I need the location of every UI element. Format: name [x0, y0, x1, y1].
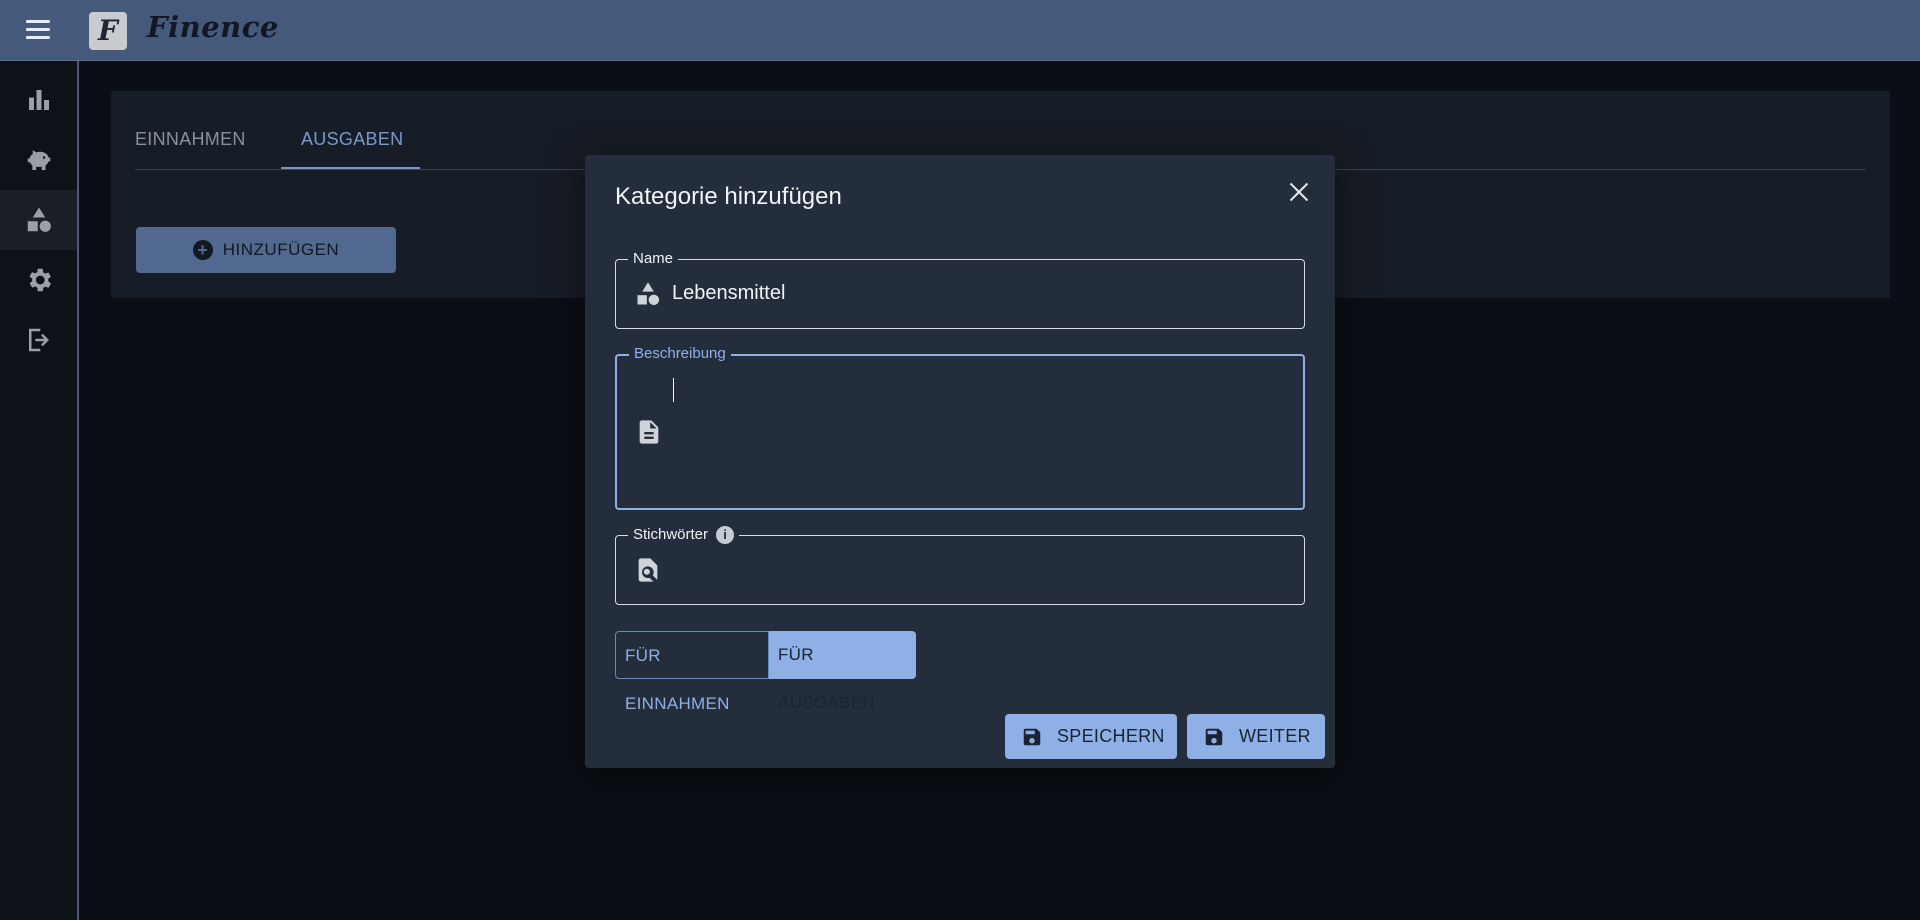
- top-app-bar: F Finence: [0, 0, 1920, 61]
- tags-field[interactable]: Stichwörter i: [615, 526, 1305, 605]
- categories-icon: [634, 280, 662, 308]
- info-icon[interactable]: i: [716, 526, 735, 545]
- app-logo: F: [89, 12, 127, 50]
- close-icon[interactable]: [1285, 178, 1313, 206]
- categories-icon: [27, 207, 51, 232]
- description-field-label: Beschreibung: [629, 345, 731, 363]
- save-button-label: SPEICHERN: [1057, 726, 1165, 746]
- next-button[interactable]: WEITER: [1187, 714, 1325, 759]
- text-cursor: [673, 378, 674, 402]
- floppy-disk-icon: [1023, 728, 1041, 745]
- tags-field-label: Stichwörter i: [628, 526, 740, 545]
- piggy-bank-icon: [27, 150, 50, 170]
- side-navigation: [0, 61, 79, 920]
- floppy-disk-icon: [1205, 728, 1223, 745]
- bar-chart-icon: [28, 90, 49, 110]
- hamburger-menu-icon[interactable]: [22, 17, 54, 45]
- nav-item-statistics[interactable]: [0, 70, 77, 130]
- document-icon: [635, 418, 663, 446]
- tab-einnahmen[interactable]: EINNAHMEN: [135, 91, 246, 169]
- add-category-dialog: Kategorie hinzufügen Name Lebensmittel B…: [585, 155, 1335, 768]
- add-button-label: HINZUFÜGEN: [222, 240, 340, 259]
- next-button-label: WEITER: [1239, 726, 1311, 746]
- dialog-title: Kategorie hinzufügen: [615, 183, 842, 210]
- name-field-label: Name: [628, 250, 679, 268]
- category-type-toggle: FÜR EINNAHMEN FÜR AUSGABEN: [615, 631, 916, 713]
- save-button[interactable]: SPEICHERN: [1005, 714, 1177, 759]
- nav-item-categories[interactable]: [0, 190, 77, 250]
- tags-field-label-text: Stichwörter: [633, 526, 709, 543]
- gear-icon: [29, 268, 51, 292]
- description-field[interactable]: Beschreibung: [615, 345, 1305, 510]
- toggle-fuer-einnahmen[interactable]: FÜR EINNAHMEN: [615, 631, 769, 713]
- plus-circle-icon: +: [192, 240, 213, 260]
- add-button[interactable]: + HINZUFÜGEN: [136, 227, 396, 273]
- app-brand-name: Finence: [147, 10, 279, 44]
- name-field[interactable]: Name Lebensmittel: [615, 250, 1305, 329]
- nav-item-settings[interactable]: [0, 250, 77, 310]
- nav-item-logout[interactable]: [0, 310, 77, 370]
- nav-item-savings[interactable]: [0, 130, 77, 190]
- file-search-icon: [634, 556, 662, 584]
- toggle-fuer-ausgaben[interactable]: FÜR AUSGABEN: [769, 631, 916, 712]
- tab-ausgaben[interactable]: AUSGABEN: [301, 91, 403, 169]
- logout-icon: [28, 328, 49, 352]
- name-field-value: Lebensmittel: [672, 282, 786, 304]
